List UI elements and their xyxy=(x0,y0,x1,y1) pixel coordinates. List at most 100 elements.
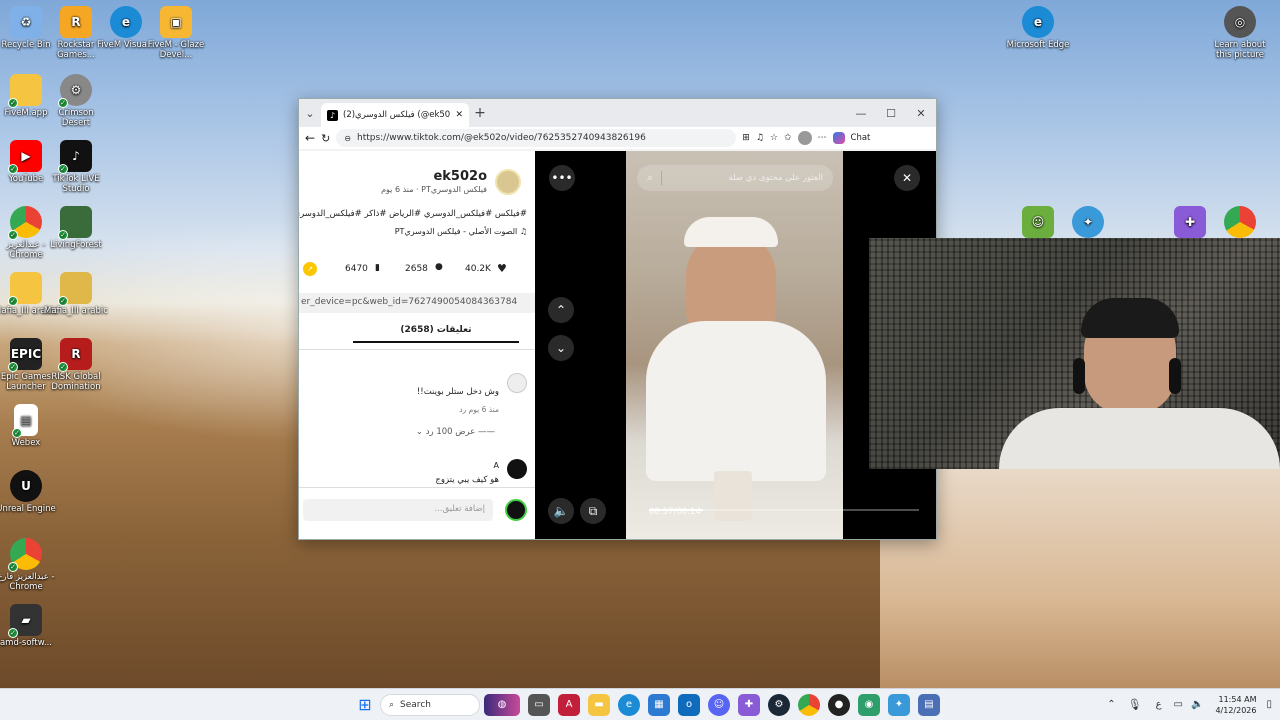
bookmark-icon[interactable]: ▮ xyxy=(375,263,380,273)
chat-button[interactable]: Chat xyxy=(851,133,871,143)
add-comment-input[interactable]: إضافة تعليق... xyxy=(303,499,493,521)
file-explorer-icon[interactable]: ▬ xyxy=(588,693,610,716)
desktop-icon-mafia-archive[interactable]: ✓ Mafia_III arabic xyxy=(44,272,108,316)
tab-close-icon[interactable]: ✕ xyxy=(455,110,463,120)
notifications-icon[interactable]: ▯ xyxy=(1266,699,1272,710)
taskbar-app-icon[interactable]: A xyxy=(558,693,580,716)
tab-comments[interactable]: تعليقات (2658) xyxy=(353,325,519,343)
more-icon[interactable]: ⋯ xyxy=(818,133,827,143)
video-details-panel: ek502o فيلكس الدوسريPT · منذ 6 يوم #فيلك… xyxy=(299,151,535,539)
video-frame[interactable] xyxy=(626,151,843,539)
url-text: https://www.tiktok.com/@ek502o/video/762… xyxy=(356,133,646,143)
calendar-icon[interactable]: ▤ xyxy=(918,693,940,716)
close-video-button[interactable]: ✕ xyxy=(894,165,920,191)
next-video-button[interactable]: ⌄ xyxy=(548,335,574,361)
search-icon: ⌕ xyxy=(647,171,654,184)
network-icon[interactable]: ▭ xyxy=(1174,699,1183,710)
url-field[interactable]: ⊖ https://www.tiktok.com/@ek502o/video/7… xyxy=(336,129,737,147)
show-hidden-icons-icon[interactable]: ⌃ xyxy=(1107,699,1115,710)
chrome-icon xyxy=(1224,206,1256,238)
video-search-placeholder: العثور على محتوى ذي صلة xyxy=(728,173,823,183)
commenter-avatar[interactable] xyxy=(507,459,527,479)
start-button[interactable]: ⊞ xyxy=(354,694,376,716)
more-options-button[interactable]: ••• xyxy=(549,165,575,191)
author-username[interactable]: ek502o xyxy=(433,169,487,184)
pip-button[interactable]: ⧉ xyxy=(580,498,606,524)
taskbar-search[interactable]: ⌕ Search xyxy=(380,693,480,716)
desktop-icon-chrome-empty[interactable]: ✓ عبدالعزيز فارغ - Chrome xyxy=(0,538,58,592)
store-icon[interactable]: ▦ xyxy=(648,693,670,716)
volume-icon[interactable]: 🔈 xyxy=(1191,699,1203,710)
comment-meta[interactable]: منذ 6 يوم رد xyxy=(459,405,499,414)
back-icon[interactable]: ← xyxy=(305,131,315,145)
comment-text: هو كيف يبي يتزوج xyxy=(435,475,499,485)
taskbar-game-icon[interactable]: ◍ xyxy=(484,693,520,716)
desktop-icon-crimson-desert[interactable]: ⚙ ✓ Crimson Desert xyxy=(44,74,108,128)
edge-icon: e xyxy=(1022,6,1054,38)
split-screen-icon[interactable]: ⊞ xyxy=(742,133,750,143)
video-hashtags[interactable]: #فيلكس #فيلكس_الدوسري #الرياض #ذاكر #فيل… xyxy=(299,209,527,219)
chrome-icon[interactable] xyxy=(798,693,820,716)
music-note-icon: ♫ xyxy=(519,227,527,236)
desktop-icon-webex[interactable]: ▤ ✓ Webex xyxy=(0,404,58,448)
desktop-icon-unreal[interactable]: U Unreal Engine xyxy=(0,470,58,514)
favorite-icon[interactable]: ☆ xyxy=(770,133,778,143)
video-sound[interactable]: ♫ الصوت الأصلي - فيلكس الدوسريPT xyxy=(395,227,527,236)
refresh-icon[interactable]: ↻ xyxy=(321,132,330,145)
desktop-icon-fivem-glaze[interactable]: ▣ FiveM - Glaze Devel... xyxy=(144,6,208,60)
tab-tiktok[interactable]: ♪ (2)فيلكس الدوسري (@ek502o) | TikTok ✕ xyxy=(321,103,469,127)
taskbar-app-icon[interactable]: ◉ xyxy=(858,693,880,716)
author-avatar[interactable] xyxy=(495,169,521,195)
divider xyxy=(299,349,535,350)
heart-icon[interactable]: ♥ xyxy=(497,262,507,275)
task-view-icon[interactable]: ▭ xyxy=(528,693,550,716)
desktop-icon-app-b[interactable]: ✦ xyxy=(1056,206,1120,240)
taskbar-app-icon[interactable]: ✦ xyxy=(888,693,910,716)
volume-button[interactable]: 🔈 xyxy=(548,498,574,524)
share-icon[interactable]: ↗ xyxy=(303,262,317,276)
more-icon: ••• xyxy=(551,171,573,185)
steam-icon[interactable]: ⚙ xyxy=(768,693,790,716)
microphone-icon[interactable]: 🎙 xyxy=(1128,698,1142,711)
engagement-row: ↗ 6470 ▮ 2658 ● 40.2K ♥ xyxy=(299,261,535,281)
desktop-icon-living-forest[interactable]: ✓ LivingForest xyxy=(44,206,108,250)
previous-video-button[interactable]: ⌃ xyxy=(548,297,574,323)
taskbar-app-icon[interactable]: ● xyxy=(828,693,850,716)
outlook-icon[interactable]: o xyxy=(678,693,700,716)
maximize-button[interactable]: ☐ xyxy=(876,107,906,120)
desktop-icon-risk[interactable]: R ✓ RISK Global Domination xyxy=(44,338,108,392)
desktop-icon-ms-edge[interactable]: e Microsoft Edge xyxy=(1006,6,1070,50)
language-indicator[interactable]: ع xyxy=(1156,699,1162,710)
tab-list-button[interactable]: ⌄ xyxy=(299,107,321,120)
webcam-person-hair xyxy=(1081,298,1179,338)
minimize-button[interactable]: — xyxy=(846,107,876,120)
view-replies-button[interactable]: —— عرض 100 رد ⌄ xyxy=(416,427,495,437)
reply-line: —— xyxy=(475,427,495,437)
copilot-icon[interactable] xyxy=(832,132,845,144)
site-info-icon[interactable]: ⊖ xyxy=(344,134,351,143)
new-tab-button[interactable]: + xyxy=(469,105,491,121)
video-search-bar[interactable]: العثور على محتوى ذي صلة ⌕ xyxy=(637,165,833,191)
desktop-icon-chrome-right[interactable] xyxy=(1208,206,1272,240)
desktop-icon-learn-picture[interactable]: ◎ Learn about this picture xyxy=(1208,6,1272,60)
video-link-field[interactable]: er_device=pc&web_id=7627490054084363784 xyxy=(299,293,535,313)
unreal-icon: U xyxy=(10,470,42,502)
desktop-icon-tiktok-live[interactable]: ♪ ✓ TikTok LIVE Studio xyxy=(44,140,108,194)
youtube-icon: ▶ ✓ xyxy=(8,140,42,174)
profile-avatar[interactable] xyxy=(797,131,812,145)
clock[interactable]: 11:54 AM 4/12/2026 xyxy=(1215,694,1256,716)
video-progress-track[interactable] xyxy=(649,509,919,511)
desktop-icon-amd[interactable]: ▰ ✓ amd-softw... xyxy=(0,604,58,648)
user-avatar[interactable] xyxy=(505,499,527,521)
comment-icon[interactable]: ● xyxy=(435,262,443,272)
close-window-button[interactable]: ✕ xyxy=(906,107,936,120)
favorites-icon[interactable]: ✩ xyxy=(784,133,792,143)
taskbar-app-icon[interactable]: ✚ xyxy=(738,693,760,716)
folder-icon: ✓ xyxy=(8,272,42,306)
edge-icon[interactable]: e xyxy=(618,693,640,716)
read-aloud-icon[interactable]: ♫ xyxy=(756,133,764,143)
commenter-avatar[interactable] xyxy=(507,373,527,393)
wallpaper-beach xyxy=(880,468,1280,688)
discord-icon[interactable]: ☺ xyxy=(708,693,730,716)
comment-author[interactable]: A xyxy=(494,461,499,470)
